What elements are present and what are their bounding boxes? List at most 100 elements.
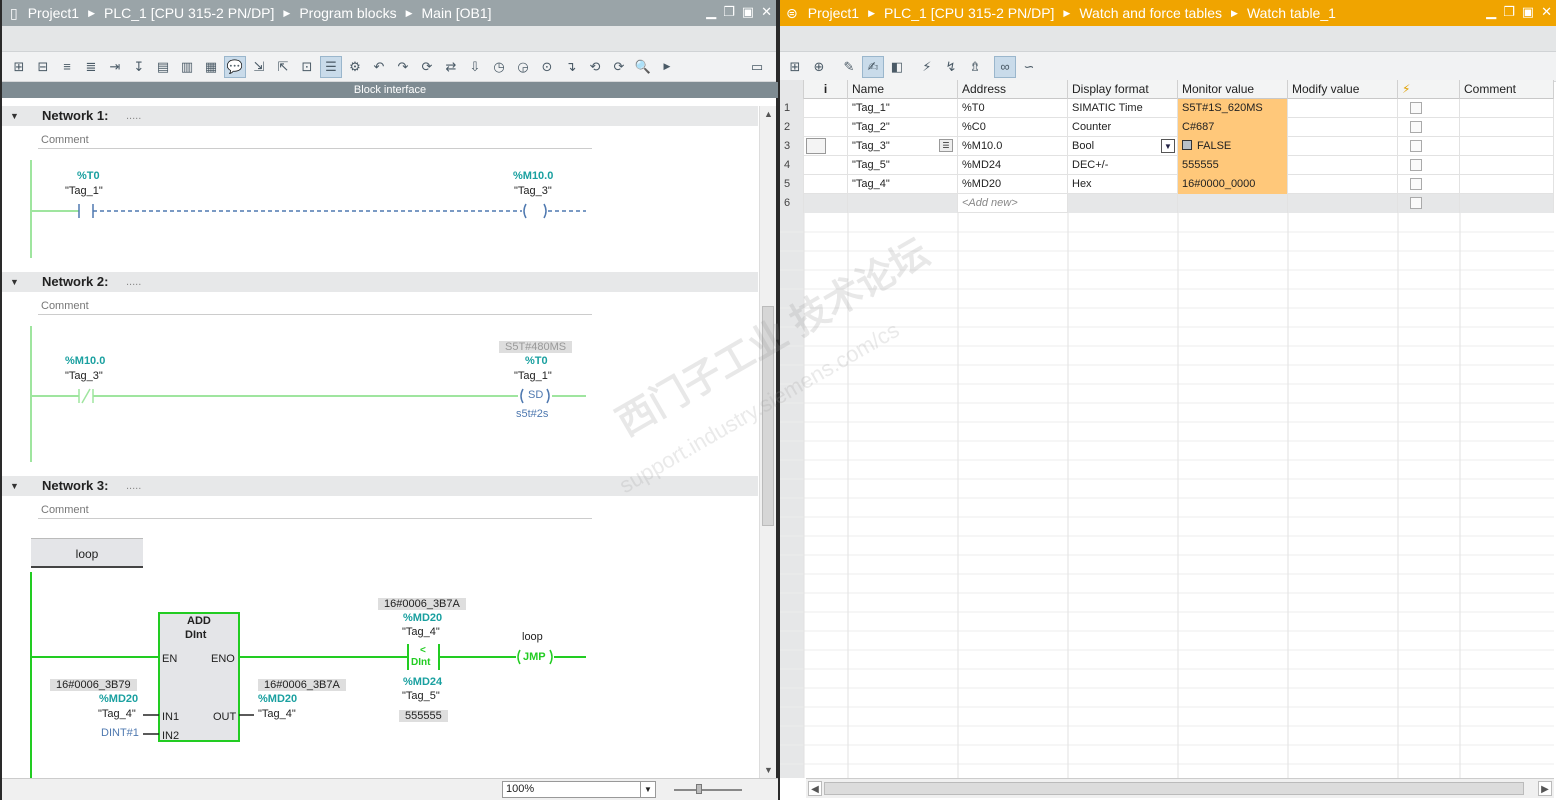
jmp-target[interactable]: loop — [522, 631, 543, 643]
table-row[interactable]: 6 <Add new> — [780, 194, 1554, 213]
format-cell[interactable]: Bool ▼ — [1068, 137, 1178, 156]
minimize-icon[interactable]: ▁ — [1486, 4, 1496, 20]
modify-checkbox[interactable] — [1410, 140, 1422, 152]
network-comment[interactable]: Comment — [38, 297, 592, 315]
format-cell[interactable]: SIMATIC Time — [1068, 99, 1178, 118]
force-all-icon[interactable]: ⇯ — [964, 56, 986, 78]
address-cell[interactable]: %T0 — [958, 99, 1068, 118]
table-row[interactable]: 4 "Tag_5" %MD24 DEC+/- 555555 — [780, 156, 1554, 175]
modify-checkbox[interactable] — [1410, 102, 1422, 114]
nc-contact[interactable] — [78, 388, 94, 404]
maximize-icon[interactable]: ▣ — [1522, 4, 1534, 20]
jump-label[interactable]: loop — [31, 538, 143, 568]
editor-vertical-scrollbar[interactable]: ▲ ▼ — [759, 106, 776, 778]
go-offline-icon[interactable]: ⟳ — [608, 56, 630, 78]
address-cell[interactable]: %MD24 — [958, 156, 1068, 175]
collapse-icon[interactable]: ▼ — [10, 272, 19, 292]
stop-force-icon[interactable]: ↯ — [940, 56, 962, 78]
zoom-slider-knob[interactable] — [696, 784, 702, 794]
network-2-header[interactable]: ▼ Network 2: ..... — [2, 272, 758, 292]
column-header-address[interactable]: Address — [958, 80, 1068, 99]
modify-cell[interactable] — [1288, 99, 1398, 118]
network-3-header[interactable]: ▼ Network 3: ..... — [2, 476, 758, 496]
insert-network-icon[interactable]: ⊞ — [8, 56, 30, 78]
in1-tag[interactable]: "Tag_4" — [98, 708, 136, 720]
network-title-text[interactable]: ..... — [126, 476, 141, 496]
scroll-right-icon[interactable]: ▶ — [1538, 781, 1552, 796]
modify-cell[interactable] — [1288, 175, 1398, 194]
chevron-down-icon[interactable]: ▼ — [640, 782, 655, 797]
info-cell[interactable] — [804, 137, 848, 156]
comment-cell[interactable] — [1460, 175, 1554, 194]
insert-row-icon[interactable]: ≡ — [56, 56, 78, 78]
networks-on-off-icon[interactable]: ▥ — [176, 56, 198, 78]
modify-cell[interactable] — [1288, 137, 1398, 156]
go-to-previous-error-icon[interactable]: ↶ — [368, 56, 390, 78]
step-icon[interactable]: ↴ — [560, 56, 582, 78]
modify-cell[interactable] — [1288, 118, 1398, 137]
scroll-left-icon[interactable]: ◀ — [808, 781, 822, 796]
format-cell[interactable]: DEC+/- — [1068, 156, 1178, 175]
cmp-bottom-tag[interactable]: "Tag_5" — [402, 690, 440, 702]
update-calls-icon[interactable]: ⟳ — [416, 56, 438, 78]
pin-icon[interactable]: ▯ — [10, 5, 18, 22]
table-horizontal-scrollbar[interactable]: ◀ ▶ — [806, 778, 1554, 798]
restore-icon[interactable]: ❐ — [1503, 4, 1515, 20]
breadcrumb-item[interactable]: Watch and force tables — [1079, 5, 1222, 21]
scroll-down-icon[interactable]: ▼ — [760, 762, 777, 778]
block-interface-bar[interactable]: Block interface — [2, 82, 778, 98]
comment-cell[interactable] — [1460, 118, 1554, 137]
panel-icon[interactable]: ▭ — [746, 56, 768, 78]
comment-cell[interactable] — [1460, 156, 1554, 175]
force-icon[interactable]: ⚡ — [916, 56, 938, 78]
tag-info-icon[interactable]: ☰ — [320, 55, 342, 78]
info-cell[interactable] — [804, 175, 848, 194]
breadcrumb-item[interactable]: Project1 — [28, 5, 79, 21]
monitoring-icon[interactable]: 🔍 — [632, 56, 654, 78]
info-cell[interactable] — [804, 99, 848, 118]
minimize-icon[interactable]: ▁ — [706, 4, 716, 20]
add-new-cell[interactable]: <Add new> — [958, 194, 1068, 213]
info-cell[interactable] — [804, 194, 848, 213]
lightning-icon[interactable]: ⚡ — [1398, 80, 1460, 99]
modify-now-icon[interactable]: ✎ — [838, 56, 860, 78]
breadcrumb-item[interactable]: Project1 — [808, 5, 859, 21]
address-cell[interactable]: %M10.0 — [958, 137, 1068, 156]
ladder-canvas[interactable]: ▼ Network 1: ..... Comment %T0 "Tag_1" %… — [2, 98, 758, 778]
table-row[interactable]: 2 "Tag_2" %C0 Counter C#687 — [780, 118, 1554, 137]
info-icon[interactable]: i — [804, 80, 848, 99]
name-cell[interactable]: "Tag_1" — [848, 99, 958, 118]
trigger-icon[interactable]: ◧ — [886, 56, 908, 78]
column-header-display-format[interactable]: Display format — [1068, 80, 1178, 99]
address-cell[interactable]: %MD20 — [958, 175, 1068, 194]
add-row-icon[interactable]: ⊕ — [808, 56, 830, 78]
insert-row-icon[interactable]: ⊞ — [784, 56, 806, 78]
close-branch-icon[interactable]: ↧ — [128, 56, 150, 78]
go-to-next-error-icon[interactable]: ↷ — [392, 56, 414, 78]
breadcrumb-item[interactable]: PLC_1 [CPU 315-2 PN/DP] — [884, 5, 1054, 21]
monitor-once-icon[interactable]: ∽ — [1018, 56, 1040, 78]
more-icon[interactable]: ▶ — [656, 56, 678, 78]
modify-cell[interactable] — [1288, 156, 1398, 175]
breadcrumb-item[interactable]: Program blocks — [299, 5, 396, 21]
show-modify-column-icon[interactable]: ✍ — [862, 55, 884, 78]
cmp-type[interactable]: DInt — [411, 657, 430, 668]
column-header-monitor-value[interactable]: Monitor value — [1178, 80, 1288, 99]
format-cell[interactable]: Counter — [1068, 118, 1178, 137]
column-header-comment[interactable]: Comment — [1460, 80, 1554, 99]
close-icon[interactable]: ✕ — [1541, 4, 1552, 20]
table-row[interactable]: 3 "Tag_3" ☰ %M10.0 Bool ▼ FALSE — [780, 137, 1554, 156]
expand-networks-icon[interactable]: ⇲ — [248, 56, 270, 78]
network-comment[interactable]: Comment — [38, 501, 592, 519]
favorites-icon[interactable]: ▦ — [200, 56, 222, 78]
name-cell[interactable]: "Tag_5" — [848, 156, 958, 175]
modify-checkbox[interactable] — [1410, 159, 1422, 171]
name-cell[interactable]: "Tag_3" ☰ — [848, 137, 958, 156]
modify-checkbox[interactable] — [1410, 178, 1422, 190]
zoom-slider[interactable] — [674, 784, 742, 794]
column-header-name[interactable]: Name — [848, 80, 958, 99]
modify-cell[interactable] — [1288, 194, 1398, 213]
compare-icon[interactable]: ⇄ — [440, 56, 462, 78]
scroll-thumb[interactable] — [762, 306, 774, 526]
info-cell[interactable] — [804, 156, 848, 175]
